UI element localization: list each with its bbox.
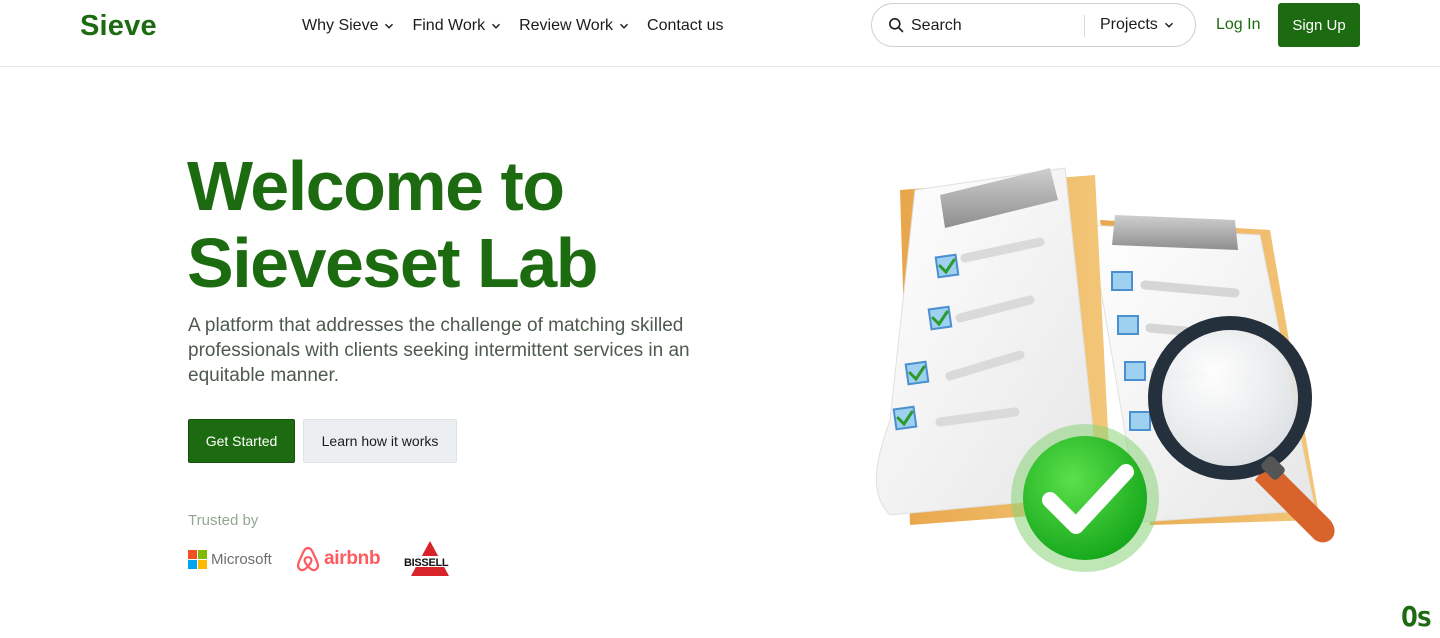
hero-title-line1: Welcome to [187,147,565,225]
trusted-by-label: Trusted by [188,512,259,529]
airbnb-belo-icon [296,546,320,572]
hero-title-line2: Sieveset Lab [187,224,599,302]
search-scope-label: Projects [1100,16,1158,33]
bissell-wordmark: BISSELL [404,557,449,569]
airbnb-logo: airbnb [296,546,381,572]
chevron-down-icon [385,23,394,29]
chevron-down-icon [492,23,501,29]
microsoft-grid-icon [188,550,207,569]
nav-contact-us-label: Contact us [647,17,724,34]
search-scope-dropdown[interactable]: Projects [1100,16,1174,34]
nav-contact-us[interactable]: Contact us [647,16,723,36]
search-icon [889,18,904,33]
site-header: Sieve Why Sieve Find Work Review Work Co… [0,0,1440,67]
login-link[interactable]: Log In [1216,16,1260,34]
signup-button[interactable]: Sign Up [1278,3,1360,47]
watermark: Os [1401,600,1433,633]
hero-description: A platform that addresses the challenge … [188,315,690,386]
bissell-logo: BISSELL [403,540,461,580]
nav-find-work[interactable]: Find Work [412,16,501,36]
chevron-down-icon [1164,22,1173,28]
hero-title: Welcome to Sieveset Lab [187,148,707,302]
microsoft-logo: Microsoft [188,550,272,569]
chevron-down-icon [620,23,629,29]
learn-how-button[interactable]: Learn how it works [303,419,457,463]
search-divider [1084,15,1085,37]
search-bar: Projects [871,3,1196,47]
nav-why-sieve[interactable]: Why Sieve [302,16,394,36]
nav-find-work-label: Find Work [412,17,486,34]
nav-review-work[interactable]: Review Work [519,16,629,36]
nav-review-work-label: Review Work [519,17,614,34]
site-logo[interactable]: Sieve [80,10,157,43]
airbnb-wordmark: airbnb [324,548,381,569]
hero-illustration [875,167,1335,572]
get-started-button[interactable]: Get Started [188,419,295,463]
check-badge [1011,424,1159,572]
nav-why-sieve-label: Why Sieve [302,17,379,34]
microsoft-wordmark: Microsoft [211,551,272,568]
search-input[interactable] [911,13,1081,39]
main-nav: Why Sieve Find Work Review Work Contact … [302,16,742,36]
